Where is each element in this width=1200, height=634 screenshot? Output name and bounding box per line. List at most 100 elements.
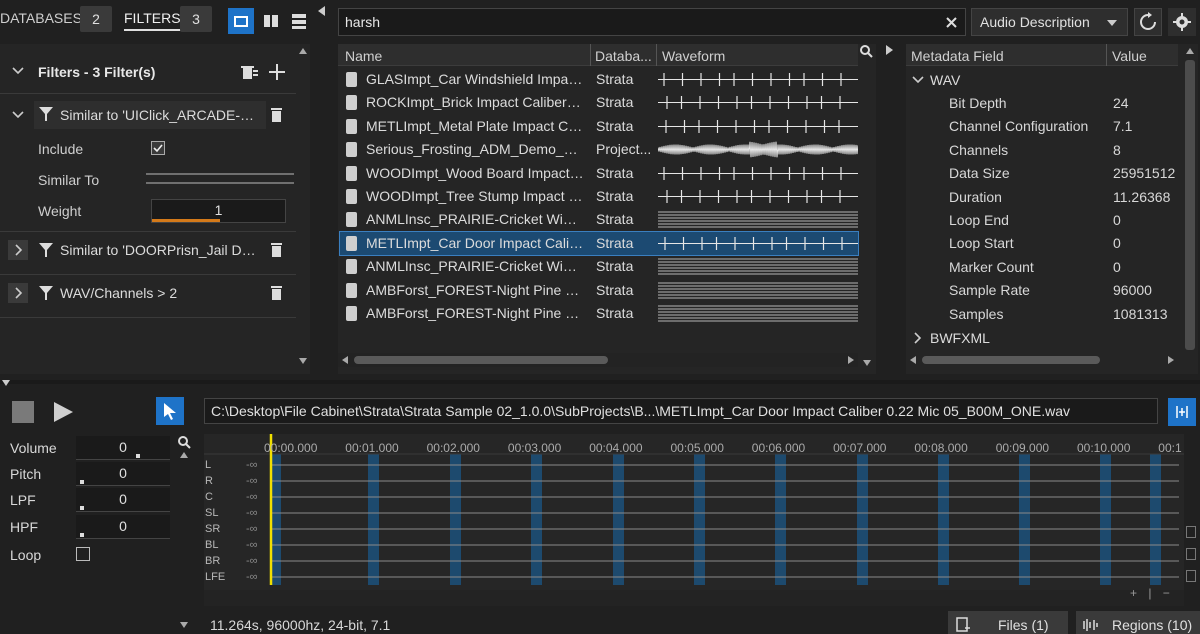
- play-button[interactable]: [52, 400, 74, 424]
- metadata-group-wav[interactable]: WAV: [930, 72, 960, 88]
- file-row[interactable]: AMBForst_FOREST-Night Pine Wind Strata: [340, 302, 858, 325]
- region-marker[interactable]: [368, 454, 379, 585]
- panel-splitter[interactable]: [0, 380, 1200, 384]
- file-row[interactable]: WOODImpt_Wood Board Impact Caliber Strata: [340, 162, 858, 185]
- chevron-down-icon[interactable]: [12, 67, 24, 75]
- filter-item-similar-door[interactable]: Similar to 'DOORPrisn_Jail Do...: [60, 242, 260, 258]
- select-tool-button[interactable]: [156, 397, 184, 425]
- filters-scrollbar[interactable]: [296, 44, 310, 374]
- region-marker[interactable]: [450, 454, 461, 585]
- clear-filters-icon[interactable]: [240, 64, 258, 80]
- tab-databases[interactable]: DATABASES: [0, 10, 82, 26]
- metadata-row[interactable]: Bit Depth 24: [906, 92, 1176, 115]
- fit-waveform-button[interactable]: [1168, 398, 1196, 426]
- trash-icon[interactable]: [270, 285, 283, 300]
- expand-filter-button[interactable]: [8, 240, 28, 260]
- trash-icon[interactable]: [270, 107, 283, 122]
- metadata-row[interactable]: Marker Count 0: [906, 256, 1176, 279]
- region-marker[interactable]: [1150, 454, 1161, 585]
- collapse-right-arrow-icon[interactable]: [886, 45, 893, 55]
- regions-button[interactable]: Regions (10): [1076, 611, 1200, 634]
- metadata-row[interactable]: Sample Rate 96000: [906, 279, 1176, 302]
- filter-item-wav-channels[interactable]: WAV/Channels > 2: [60, 285, 177, 301]
- slider-knob[interactable]: [80, 533, 84, 537]
- file-row[interactable]: ANMLInsc_PRAIRIE-Cricket Wind Gusts Strat…: [340, 208, 858, 231]
- file-row[interactable]: GLASImpt_Car Windshield Impact Caliber St…: [340, 68, 858, 91]
- zoom-out-vertical-icon[interactable]: [1186, 570, 1196, 582]
- metadata-row[interactable]: Loop End 0: [906, 209, 1176, 232]
- file-row[interactable]: Serious_Frosting_ADM_Demo_V23_ Project...: [340, 138, 858, 161]
- slider-knob[interactable]: [80, 480, 84, 484]
- horizontal-zoom-controls[interactable]: + | −: [1130, 586, 1174, 600]
- metadata-row[interactable]: Channels 8: [906, 139, 1176, 162]
- collapse-down-arrow-icon[interactable]: [2, 380, 10, 386]
- metadata-row[interactable]: Duration 11.26368: [906, 186, 1176, 209]
- hscroll-thumb[interactable]: [922, 356, 1100, 364]
- clear-search-icon[interactable]: [946, 17, 957, 28]
- split-vertical-button[interactable]: [258, 8, 284, 34]
- tab-filters[interactable]: FILTERS: [124, 10, 181, 31]
- chevron-down-icon[interactable]: [912, 76, 924, 84]
- region-marker[interactable]: [775, 454, 786, 585]
- metadata-row[interactable]: Loop Start 0: [906, 232, 1176, 255]
- column-header-metadata-field[interactable]: Metadata Field: [911, 48, 1004, 64]
- search-input[interactable]: harsh: [338, 8, 966, 36]
- column-header-value[interactable]: Value: [1112, 48, 1147, 64]
- column-separator[interactable]: [1106, 44, 1107, 66]
- search-mode-select[interactable]: Audio Description: [971, 8, 1128, 36]
- multichannel-waveform[interactable]: [204, 434, 1184, 606]
- file-row[interactable]: ROCKImpt_Brick Impact Caliber 0.22 Strata: [340, 91, 858, 114]
- metadata-row[interactable]: Samples 1081313: [906, 303, 1176, 326]
- metadata-hscrollbar[interactable]: [906, 353, 1178, 367]
- metadata-scrollbar[interactable]: [1182, 44, 1198, 364]
- file-row[interactable]: METLImpt_Car Door Impact Caliber Strata: [339, 230, 859, 256]
- hscroll-thumb[interactable]: [354, 356, 608, 364]
- collapse-left-arrow-icon[interactable]: [318, 6, 325, 16]
- column-separator[interactable]: [656, 44, 657, 66]
- refresh-button[interactable]: [1134, 8, 1162, 36]
- column-header-database[interactable]: Databa...: [595, 48, 652, 64]
- add-filter-icon[interactable]: [268, 63, 286, 81]
- slider-knob[interactable]: [136, 454, 140, 458]
- vscroll-thumb[interactable]: [1185, 60, 1195, 350]
- metadata-group-bwfxml[interactable]: BWFXML: [930, 330, 990, 346]
- file-row[interactable]: WOODImpt_Tree Stump Impact Caliber Strata: [340, 185, 858, 208]
- expand-filter-button[interactable]: [8, 283, 28, 303]
- zoom-in-vertical-icon[interactable]: [1186, 526, 1196, 538]
- stop-button[interactable]: [12, 401, 34, 423]
- zoom-fit-vertical-icon[interactable]: [1186, 548, 1196, 560]
- region-marker[interactable]: [613, 454, 624, 585]
- file-row[interactable]: AMBForst_FOREST-Night Pine Wind Strata: [340, 279, 858, 302]
- loop-checkbox[interactable]: [76, 547, 90, 561]
- region-marker[interactable]: [938, 454, 949, 585]
- file-list-hscrollbar[interactable]: [338, 353, 858, 367]
- column-header-waveform[interactable]: Waveform: [662, 48, 725, 64]
- file-path-field[interactable]: C:\Desktop\File Cabinet\Strata\Strata Sa…: [204, 398, 1158, 424]
- region-marker[interactable]: [1019, 454, 1030, 585]
- search-icon[interactable]: [860, 45, 873, 58]
- region-marker[interactable]: [531, 454, 542, 585]
- chevron-down-icon[interactable]: [12, 111, 24, 119]
- waveform-hscrollbar[interactable]: [204, 590, 1184, 606]
- waveform-vscrollbar[interactable]: [176, 434, 192, 634]
- file-list-scrollbar[interactable]: [858, 60, 876, 366]
- region-marker[interactable]: [694, 454, 705, 585]
- metadata-row[interactable]: Channel Configuration 7.1: [906, 115, 1176, 138]
- region-marker[interactable]: [857, 454, 868, 585]
- slider-knob[interactable]: [80, 506, 84, 510]
- settings-button[interactable]: [1168, 8, 1196, 36]
- file-row[interactable]: ANMLInsc_PRAIRIE-Cricket Wind Gusts Strat…: [340, 255, 858, 278]
- zoom-search-icon[interactable]: [178, 436, 191, 449]
- files-button[interactable]: Files (1): [948, 611, 1068, 634]
- include-checkbox[interactable]: [151, 141, 165, 155]
- weight-slider[interactable]: 1: [151, 199, 286, 223]
- single-view-button[interactable]: [228, 8, 254, 34]
- trash-icon[interactable]: [270, 242, 283, 257]
- column-separator[interactable]: [590, 44, 591, 66]
- chevron-right-icon[interactable]: [914, 332, 922, 344]
- column-header-name[interactable]: Name: [345, 48, 382, 64]
- file-row[interactable]: METLImpt_Metal Plate Impact Caliber Strat…: [340, 115, 858, 138]
- metadata-row[interactable]: Data Size 25951512: [906, 162, 1176, 185]
- region-marker[interactable]: [1100, 454, 1111, 585]
- split-horizontal-button[interactable]: [286, 8, 312, 34]
